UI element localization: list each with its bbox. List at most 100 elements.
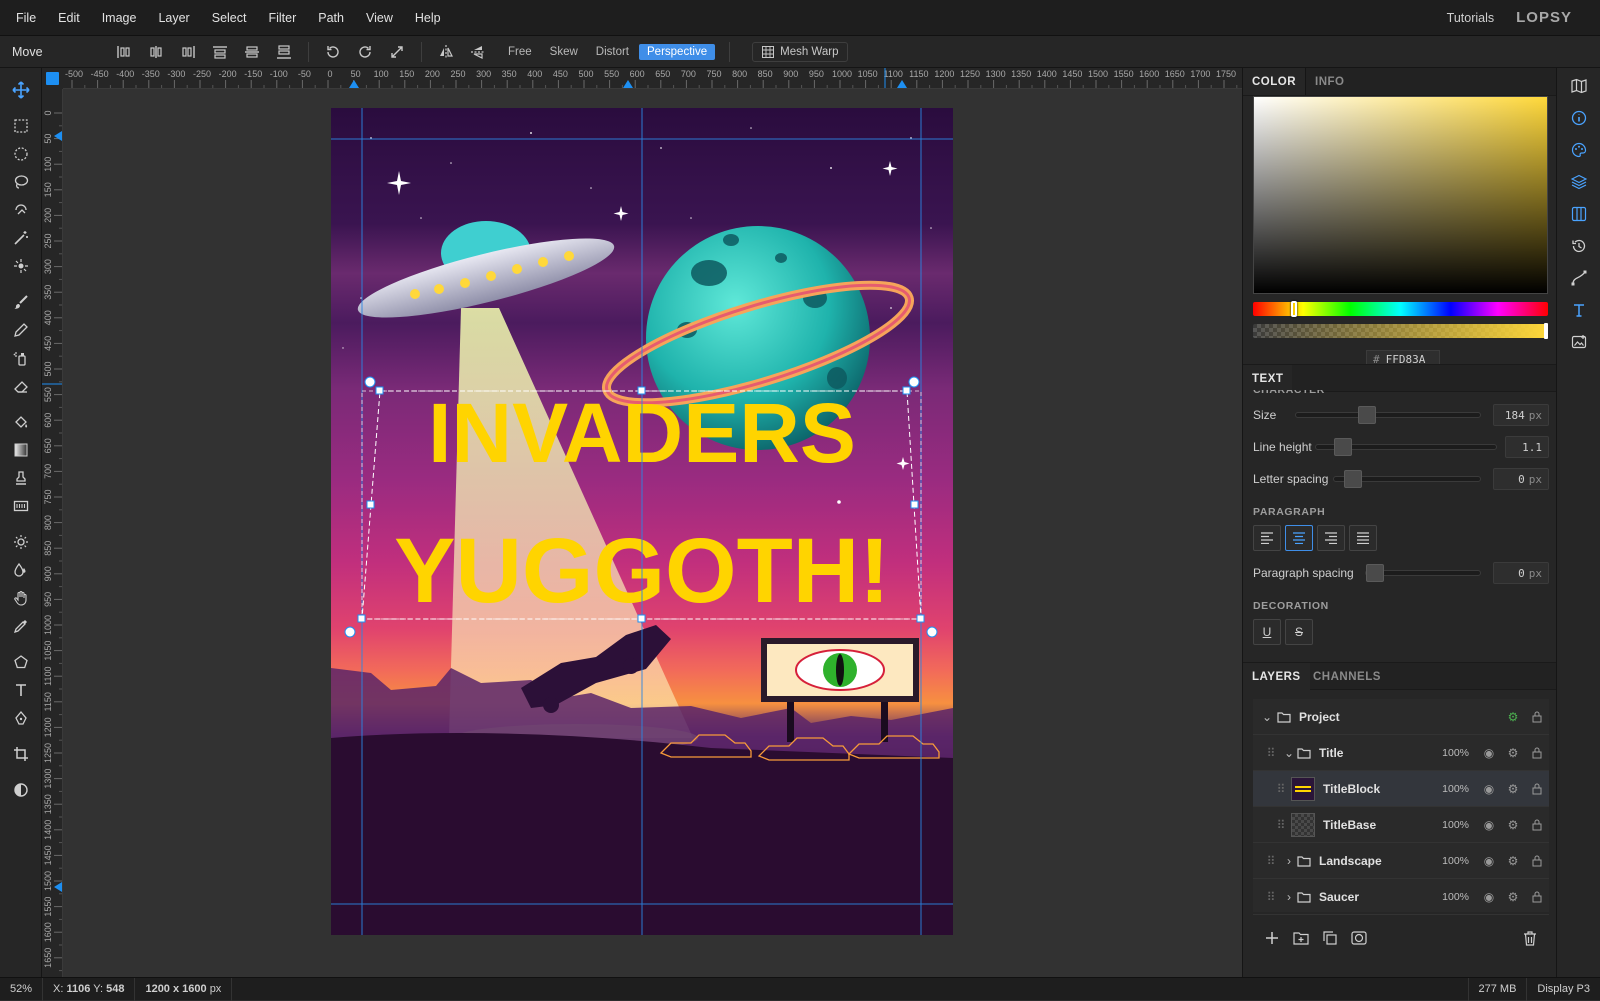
align-left-icon[interactable] <box>108 39 140 65</box>
map-icon[interactable] <box>1557 70 1600 102</box>
mode-perspective[interactable]: Perspective <box>639 43 716 60</box>
underline-button[interactable]: U <box>1253 619 1281 645</box>
tab-text[interactable]: TEXT <box>1243 365 1293 393</box>
saturation-value-picker[interactable] <box>1253 96 1548 294</box>
artboard-poster[interactable]: INVADERS YUGGOTH! <box>331 108 953 935</box>
brush-icon[interactable] <box>0 288 42 316</box>
letter-spacing-slider[interactable] <box>1333 470 1481 488</box>
layer-row-project[interactable]: ⌄ Project ⚙ <box>1253 699 1549 735</box>
lock-icon[interactable] <box>1525 819 1549 831</box>
spray-icon[interactable] <box>0 344 42 372</box>
canvas-viewport[interactable]: INVADERS YUGGOTH! <box>63 89 1242 977</box>
ellipse-marquee-icon[interactable] <box>0 140 42 168</box>
stamp-icon[interactable] <box>0 464 42 492</box>
hue-slider[interactable] <box>1253 301 1548 317</box>
menu-image[interactable]: Image <box>91 0 148 36</box>
gradient-icon[interactable] <box>0 436 42 464</box>
align-text-justify-icon[interactable] <box>1349 525 1377 551</box>
hand-icon[interactable] <box>0 584 42 612</box>
drag-handle-icon[interactable]: ⠿ <box>1271 782 1291 796</box>
magnetic-lasso-icon[interactable] <box>0 196 42 224</box>
tab-info[interactable]: INFO <box>1306 68 1353 95</box>
letter-spacing-input[interactable]: 0 px <box>1493 468 1549 490</box>
menu-path[interactable]: Path <box>307 0 355 36</box>
tutorials-link[interactable]: Tutorials <box>1447 11 1494 25</box>
palette-icon[interactable] <box>1557 134 1600 166</box>
history-icon[interactable] <box>1557 230 1600 262</box>
link-icon[interactable]: ⚙ <box>1501 746 1525 760</box>
fill-bucket-icon[interactable] <box>0 408 42 436</box>
lock-icon[interactable] <box>1525 747 1549 759</box>
layer-row-saucer[interactable]: ⠿ › Saucer 100% ◉ ⚙ <box>1253 879 1549 915</box>
align-center-h-icon[interactable] <box>140 39 172 65</box>
eye-icon[interactable]: ◉ <box>1477 746 1501 760</box>
size-slider[interactable] <box>1295 406 1481 424</box>
eyedropper-icon[interactable] <box>0 612 42 640</box>
link-icon[interactable]: ⚙ <box>1501 890 1525 904</box>
chevron-right-icon[interactable]: › <box>1281 890 1297 904</box>
zoom-level[interactable]: 52% <box>0 977 44 1001</box>
pattern-icon[interactable] <box>0 492 42 520</box>
drag-handle-icon[interactable]: ⠿ <box>1261 890 1281 904</box>
flip-horizontal-icon[interactable] <box>430 39 462 65</box>
smudge-icon[interactable] <box>0 556 42 584</box>
shape-icon[interactable] <box>0 648 42 676</box>
chevron-right-icon[interactable]: › <box>1281 854 1297 868</box>
mode-free[interactable]: Free <box>500 44 540 60</box>
align-bottom-icon[interactable] <box>268 39 300 65</box>
scale-icon[interactable] <box>381 39 413 65</box>
layer-row-titlebase[interactable]: ⠿ TitleBase 100% ◉ ⚙ <box>1253 807 1549 843</box>
text-tool-icon[interactable] <box>0 676 42 704</box>
paragraph-spacing-input[interactable]: 0 px <box>1493 562 1549 584</box>
dodge-icon[interactable] <box>0 528 42 556</box>
lock-icon[interactable] <box>1525 891 1549 903</box>
pencil-icon[interactable] <box>0 316 42 344</box>
link-icon[interactable]: ⚙ <box>1501 818 1525 832</box>
align-center-v-icon[interactable] <box>236 39 268 65</box>
new-group-icon[interactable] <box>1293 931 1309 945</box>
rotate-ccw-icon[interactable] <box>317 39 349 65</box>
eraser-icon[interactable] <box>0 372 42 400</box>
drag-handle-icon[interactable]: ⠿ <box>1261 854 1281 868</box>
ruler-origin[interactable] <box>42 68 63 89</box>
lock-icon[interactable] <box>1525 711 1549 723</box>
lasso-icon[interactable] <box>0 168 42 196</box>
magic-wand-icon[interactable] <box>0 224 42 252</box>
menu-filter[interactable]: Filter <box>257 0 307 36</box>
align-top-icon[interactable] <box>204 39 236 65</box>
size-input[interactable]: 184 px <box>1493 404 1549 426</box>
layer-row-landscape[interactable]: ⠿ › Landscape 100% ◉ ⚙ <box>1253 843 1549 879</box>
menu-edit[interactable]: Edit <box>47 0 91 36</box>
tab-layers[interactable]: LAYERS <box>1243 663 1310 691</box>
layer-mask-icon[interactable] <box>1351 931 1367 945</box>
drag-handle-icon[interactable]: ⠿ <box>1271 818 1291 832</box>
menu-help[interactable]: Help <box>404 0 452 36</box>
eye-icon[interactable]: ◉ <box>1477 854 1501 868</box>
alpha-slider-knob[interactable] <box>1544 323 1548 339</box>
crop-icon[interactable] <box>0 740 42 768</box>
vertical-ruler[interactable]: 0 50 100 150 200 250 300 350 400 450 500 550 600 650 7… <box>42 89 63 977</box>
image-adjust-icon[interactable] <box>1557 326 1600 358</box>
horizontal-ruler[interactable]: -500 -450 -400 -350 -300 -250 -200 -150 -100 -50 0… <box>63 68 1242 89</box>
letter-spacing-slider-thumb[interactable] <box>1344 470 1362 488</box>
add-layer-icon[interactable] <box>1265 931 1279 945</box>
flip-vertical-icon[interactable] <box>462 39 494 65</box>
quick-select-icon[interactable] <box>0 252 42 280</box>
contrast-icon[interactable] <box>0 776 42 804</box>
menu-file[interactable]: File <box>0 0 47 36</box>
link-active-icon[interactable]: ⚙ <box>1501 710 1525 724</box>
link-icon[interactable]: ⚙ <box>1501 854 1525 868</box>
align-text-right-icon[interactable] <box>1317 525 1345 551</box>
lock-icon[interactable] <box>1525 855 1549 867</box>
mode-distort[interactable]: Distort <box>588 44 637 60</box>
channels-icon[interactable] <box>1557 198 1600 230</box>
strikethrough-button[interactable]: S <box>1285 619 1313 645</box>
eye-icon[interactable]: ◉ <box>1477 782 1501 796</box>
mode-skew[interactable]: Skew <box>542 44 586 60</box>
eye-icon[interactable]: ◉ <box>1477 818 1501 832</box>
line-height-slider-thumb[interactable] <box>1334 438 1352 456</box>
pen-tool-icon[interactable] <box>0 704 42 732</box>
align-text-left-icon[interactable] <box>1253 525 1281 551</box>
move-tool-icon[interactable] <box>0 76 42 104</box>
duplicate-layer-icon[interactable] <box>1323 931 1337 945</box>
